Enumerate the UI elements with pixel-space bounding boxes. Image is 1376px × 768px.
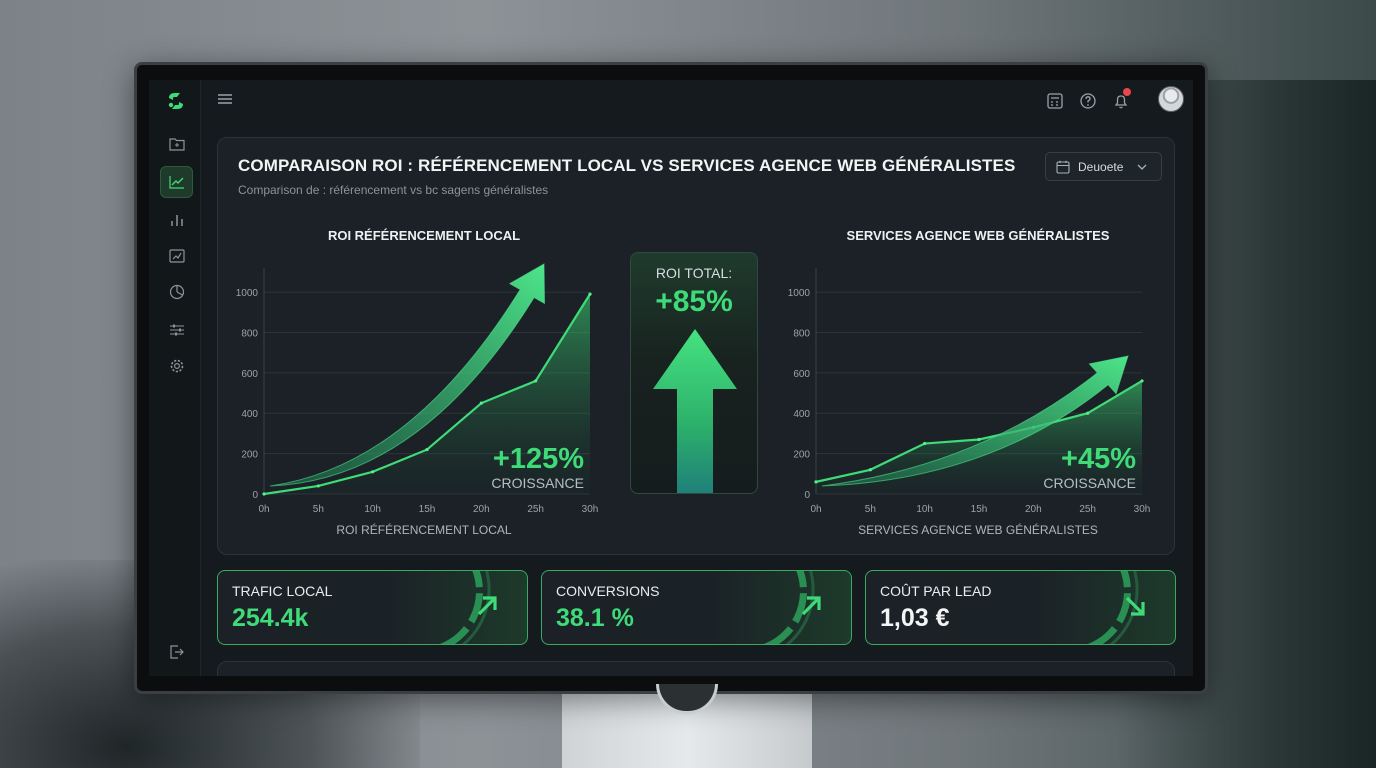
x-tick-label: 20h (473, 504, 490, 515)
sidebar-item-sliders[interactable] (160, 314, 193, 346)
sidebar-item-pie-chart[interactable] (160, 276, 193, 308)
calculator-icon[interactable] (1046, 92, 1064, 110)
y-tick-label: 200 (793, 450, 810, 461)
sliders-icon (169, 324, 184, 336)
kpi-card-conversions[interactable]: CONVERSIONS 38.1 % (541, 570, 852, 645)
growth-value: +45% (1061, 443, 1136, 475)
x-tick-label: 0h (810, 504, 821, 515)
growth-value: +125% (493, 443, 584, 475)
logout-icon (169, 645, 184, 659)
kpi-value: 38.1 % (556, 604, 634, 632)
calendar-icon (1056, 160, 1070, 174)
kpi-card-cost-per-lead[interactable]: COÛT PAR LEAD 1,03 € (865, 570, 1176, 645)
bar-chart-icon (170, 215, 183, 226)
chart-title-local: ROI RÉFÉRENCEMENT LOCAL (327, 228, 521, 243)
y-tick-label: 1000 (236, 288, 259, 299)
page-subtitle: Comparison de : référencement vs bc sage… (238, 183, 549, 197)
arrow-up-icon (653, 329, 737, 493)
logo-icon[interactable] (165, 90, 187, 112)
x-tick-label: 15h (971, 504, 988, 515)
help-icon[interactable] (1079, 92, 1097, 110)
y-tick-label: 800 (793, 328, 810, 339)
topbar (201, 80, 1193, 120)
pie-chart-icon (169, 284, 184, 300)
kpi-value: 1,03 € (880, 604, 950, 632)
y-tick-label: 0 (804, 490, 810, 501)
data-point (868, 468, 872, 472)
chart-agency-web: 0 200 400 600 800 1000 0h 5h 10h 15h 20h 25h 30h +45%… (788, 268, 1151, 515)
data-point (262, 492, 266, 496)
arrow-down-right-icon (1125, 596, 1145, 616)
x-tick-label: 5h (865, 504, 876, 515)
report-icon (168, 249, 185, 263)
x-tick-label: 25h (1079, 504, 1096, 515)
dashboard-screen: COMPARAISON ROI : RÉFÉRENCEMENT LOCAL VS… (149, 80, 1193, 676)
y-tick-label: 600 (793, 369, 810, 380)
roi-total-label: ROI TOTAL: (655, 265, 733, 281)
sidebar-item-folder[interactable] (160, 128, 193, 160)
y-tick-label: 1000 (788, 288, 811, 299)
notification-badge (1123, 88, 1131, 96)
x-tick-label: 15h (419, 504, 436, 515)
y-tick-label: 200 (241, 450, 258, 461)
sidebar-item-report[interactable] (160, 240, 193, 272)
chart-title-agency: SERVICES AGENCE WEB GÉNÉRALISTES (846, 228, 1110, 243)
growth-label: CROISSANCE (491, 475, 584, 491)
folder-icon (168, 138, 185, 151)
chart-roi-local: 0 200 400 600 800 1000 0h 5h 10h 15h 20h 25h 30h +125… (236, 263, 599, 515)
data-point (923, 441, 927, 446)
x-tick-label: 20h (1025, 504, 1042, 515)
data-point (534, 379, 538, 383)
data-point (479, 401, 483, 405)
sidebar (149, 80, 201, 676)
kpi-label: CONVERSIONS (556, 583, 660, 599)
date-range-value: Deuoete (1078, 159, 1124, 174)
date-range-select[interactable]: Deuoete (1045, 152, 1162, 181)
chart-xlabel-local: ROI RÉFÉRENCEMENT LOCAL (336, 523, 512, 537)
roi-total-value: +85% (655, 285, 733, 318)
data-point (316, 484, 320, 488)
data-point (425, 447, 429, 452)
secondary-panel (217, 661, 1175, 676)
chevron-down-icon (1137, 164, 1147, 170)
data-point (1140, 379, 1144, 383)
page-title: COMPARAISON ROI : RÉFÉRENCEMENT LOCAL VS… (238, 156, 1016, 175)
x-tick-label: 25h (527, 504, 544, 515)
data-point (814, 480, 818, 484)
kpi-card-local-traffic[interactable]: TRAFIC LOCAL 254.4k (217, 570, 528, 645)
growth-label: CROISSANCE (1043, 475, 1136, 491)
data-point (1086, 411, 1090, 415)
y-tick-label: 400 (241, 409, 258, 420)
x-tick-label: 0h (258, 504, 269, 515)
trend-icon (168, 176, 184, 189)
x-tick-label: 30h (1134, 504, 1151, 515)
kpi-label: TRAFIC LOCAL (232, 583, 333, 599)
data-point (588, 292, 592, 296)
y-tick-label: 800 (241, 328, 258, 339)
monitor-frame: COMPARAISON ROI : RÉFÉRENCEMENT LOCAL VS… (134, 62, 1208, 694)
arrow-up-right-icon (477, 596, 497, 616)
sidebar-item-trend[interactable] (160, 166, 193, 198)
kpi-value: 254.4k (232, 604, 309, 632)
data-point (977, 437, 981, 442)
roi-total-card: ROI TOTAL: +85% (630, 252, 758, 494)
roi-comparison-panel: COMPARAISON ROI : RÉFÉRENCEMENT LOCAL VS… (217, 137, 1175, 555)
y-tick-label: 600 (241, 369, 258, 380)
hamburger-icon[interactable] (217, 92, 233, 106)
arrow-up-right-icon (801, 596, 821, 616)
y-tick-label: 0 (252, 490, 258, 501)
y-tick-label: 400 (793, 409, 810, 420)
x-tick-label: 10h (916, 504, 933, 515)
sidebar-item-settings[interactable] (160, 350, 193, 382)
settings-icon (170, 359, 183, 373)
kpi-label: COÛT PAR LEAD (880, 583, 992, 599)
chart-xlabel-agency: SERVICES AGENCE WEB GÉNÉRALISTES (858, 523, 1098, 537)
data-point (371, 470, 375, 474)
x-tick-label: 5h (313, 504, 324, 515)
x-tick-label: 30h (582, 504, 599, 515)
sidebar-item-bar-chart[interactable] (160, 204, 193, 236)
avatar[interactable] (1158, 86, 1184, 112)
logout-button[interactable] (160, 636, 193, 668)
x-tick-label: 10h (364, 504, 381, 515)
